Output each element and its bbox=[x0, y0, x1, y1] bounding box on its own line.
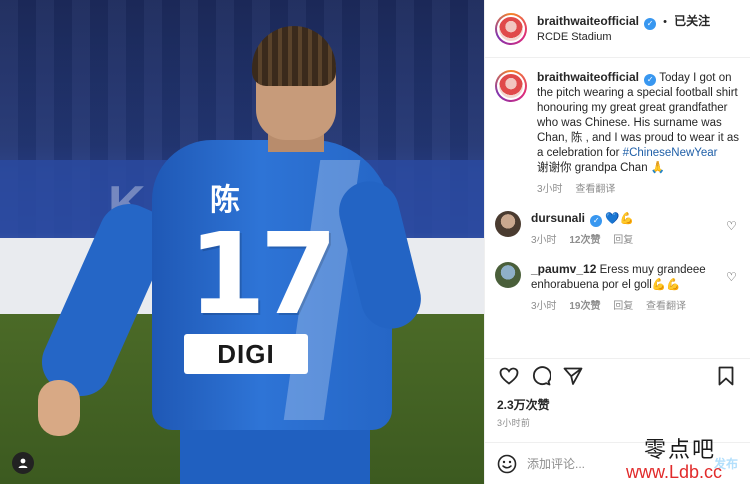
caption-text-2: 谢谢你 grandpa Chan 🙏 bbox=[537, 162, 666, 174]
post-photo[interactable]: K 陈 17 DIGI bbox=[0, 0, 484, 484]
comment-likes[interactable]: 12次赞 bbox=[569, 235, 600, 246]
commenter-avatar[interactable] bbox=[495, 211, 521, 237]
jersey-sponsor: DIGI bbox=[184, 334, 308, 374]
comment-meta: 3小时 19次赞 回复 查看翻译 bbox=[531, 299, 720, 314]
comment-row: _paumv_12 Eress muy grandeee enhorabuena… bbox=[495, 262, 740, 314]
author-info: braithwaiteofficial ✓ • 已关注 RCDE Stadium bbox=[537, 14, 710, 44]
share-icon[interactable] bbox=[561, 364, 585, 388]
comment-likes[interactable]: 19次赞 bbox=[569, 301, 600, 312]
caption-translate-link[interactable]: 查看翻译 bbox=[575, 184, 615, 195]
caption-time: 3小时 bbox=[537, 184, 563, 195]
caption-meta: 3小时 查看翻译 bbox=[537, 182, 740, 197]
comment-time: 3小时 bbox=[531, 235, 557, 246]
comment-heart-icon[interactable]: ♡ bbox=[726, 270, 740, 284]
comment-time: 3小时 bbox=[531, 301, 557, 312]
comment-icon[interactable] bbox=[529, 364, 553, 388]
caption-row: braithwaiteofficial ✓ Today I got on the… bbox=[495, 70, 740, 197]
jersey-number: 17 bbox=[188, 210, 338, 340]
caption-username[interactable]: braithwaiteofficial bbox=[537, 70, 639, 84]
comment-row: dursunali ✓ 💙💪 3小时 12次赞 回复 ♡ bbox=[495, 211, 740, 248]
commenter-username[interactable]: _paumv_12 bbox=[531, 262, 596, 276]
author-username[interactable]: braithwaiteofficial bbox=[537, 14, 639, 28]
caption-avatar[interactable] bbox=[495, 70, 527, 102]
post-actions bbox=[485, 358, 750, 392]
player-hair bbox=[252, 26, 336, 86]
likes-count[interactable]: 2.3万次赞 bbox=[497, 396, 550, 413]
person-icon bbox=[18, 458, 28, 468]
comment-body: dursunali ✓ 💙💪 3小时 12次赞 回复 bbox=[531, 211, 720, 248]
following-button[interactable]: 已关注 bbox=[674, 14, 710, 28]
header-separator: • bbox=[663, 15, 668, 28]
player-hand bbox=[38, 380, 80, 436]
comment-translate-link[interactable]: 查看翻译 bbox=[646, 301, 686, 312]
heart-icon[interactable] bbox=[497, 364, 521, 388]
commenter-username[interactable]: dursunali bbox=[531, 211, 585, 225]
watermark-url: www.Ldb.cc bbox=[626, 462, 723, 482]
player-figure: 陈 17 DIGI bbox=[32, 26, 428, 484]
caption-body: braithwaiteofficial ✓ Today I got on the… bbox=[537, 70, 740, 197]
comment-reply-button[interactable]: 回复 bbox=[613, 235, 633, 246]
comments-list[interactable]: braithwaiteofficial ✓ Today I got on the… bbox=[485, 58, 750, 348]
commenter-avatar[interactable] bbox=[495, 262, 521, 288]
post-location[interactable]: RCDE Stadium bbox=[537, 30, 710, 44]
verified-badge-icon: ✓ bbox=[590, 215, 603, 227]
watermark-text: 零点吧 bbox=[644, 438, 717, 463]
caption-hashtag[interactable]: #ChineseNewYear bbox=[623, 147, 718, 159]
caption-text: Today I got on the pitch wearing a speci… bbox=[537, 72, 739, 159]
comment-text: 💙💪 bbox=[605, 213, 635, 225]
comment-reply-button[interactable]: 回复 bbox=[613, 301, 633, 312]
post-sidebar: braithwaiteofficial ✓ • 已关注 RCDE Stadium… bbox=[484, 0, 750, 484]
author-avatar[interactable] bbox=[495, 12, 527, 45]
posted-time: 3小时前 bbox=[497, 418, 531, 428]
emoji-icon[interactable] bbox=[497, 454, 517, 474]
tagged-people-button[interactable] bbox=[12, 452, 34, 474]
verified-badge-icon: ✓ bbox=[644, 74, 657, 86]
comment-meta: 3小时 12次赞 回复 bbox=[531, 233, 720, 248]
comment-heart-icon[interactable]: ♡ bbox=[726, 219, 740, 233]
post-header: braithwaiteofficial ✓ • 已关注 RCDE Stadium bbox=[485, 0, 750, 58]
comment-body: _paumv_12 Eress muy grandeee enhorabuena… bbox=[531, 262, 720, 314]
verified-badge-icon: ✓ bbox=[644, 17, 657, 30]
bookmark-icon[interactable] bbox=[714, 364, 738, 388]
